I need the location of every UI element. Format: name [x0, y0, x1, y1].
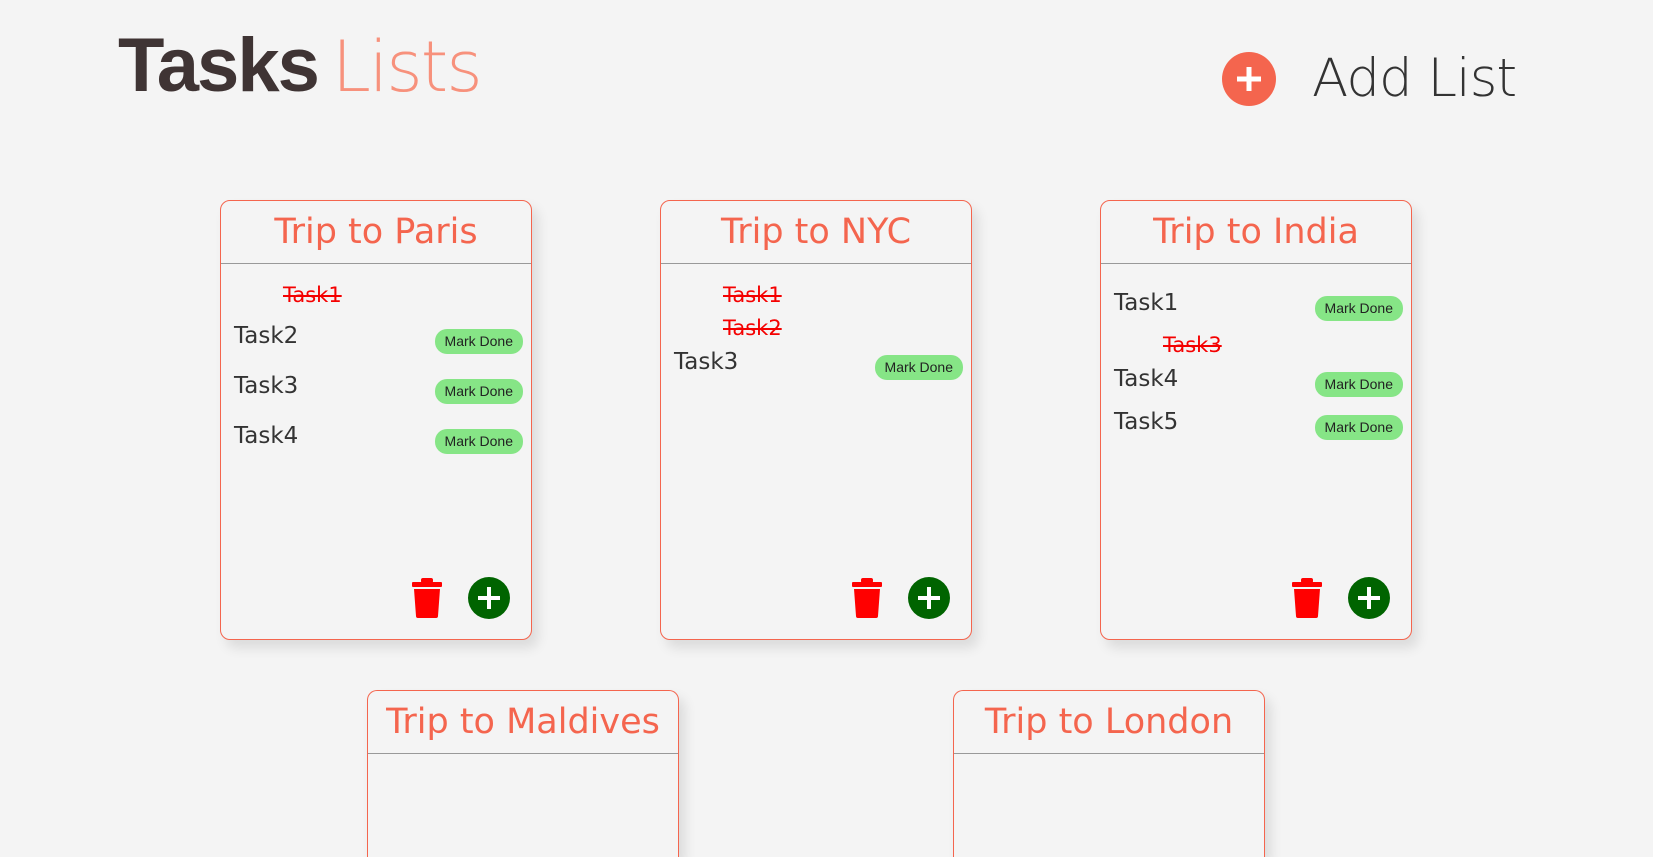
mark-done-button[interactable]: Mark Done [434, 428, 523, 454]
task-item: Task3 Mark Done [661, 344, 971, 380]
mark-done-button[interactable]: Mark Done [874, 354, 963, 380]
trash-icon[interactable] [412, 578, 442, 618]
add-list-label[interactable]: Add List [1312, 48, 1517, 109]
task-item: Task3 [1101, 328, 1411, 361]
list-card-nyc: Trip to NYC Task1 Task2 Task3 Mark Done [660, 200, 972, 640]
plus-icon [1358, 587, 1380, 609]
card-actions [852, 577, 950, 619]
task-name: Task4 [1114, 366, 1179, 392]
list-card-maldives: Trip to Maldives [367, 690, 679, 857]
add-task-button[interactable] [908, 577, 950, 619]
trash-icon[interactable] [852, 578, 882, 618]
list-title: Trip to London [954, 691, 1264, 754]
task-item: Task2 [661, 311, 971, 344]
list-title: Trip to NYC [661, 201, 971, 264]
list-card-london: Trip to London [953, 690, 1265, 857]
task-name: Task2 [234, 323, 299, 349]
task-item: Task3 Mark Done [221, 361, 531, 411]
task-name: Task1 [283, 282, 342, 307]
mark-done-button[interactable]: Mark Done [434, 378, 523, 404]
task-list: Task1 Mark Done Task3 Task4 Mark Done Ta… [1101, 264, 1411, 447]
task-item: Task1 [661, 278, 971, 311]
mark-done-button[interactable]: Mark Done [1314, 414, 1403, 440]
trash-icon[interactable] [1292, 578, 1322, 618]
task-name: Task3 [674, 349, 739, 375]
add-task-button[interactable] [468, 577, 510, 619]
card-actions [1292, 577, 1390, 619]
task-name: Task5 [1114, 409, 1179, 435]
task-item: Task4 Mark Done [221, 411, 531, 461]
card-actions [412, 577, 510, 619]
page-title-bold: Tasks [118, 23, 320, 108]
task-list: Task1 Task2 Mark Done Task3 Mark Done Ta… [221, 264, 531, 461]
list-card-paris: Trip to Paris Task1 Task2 Mark Done Task… [220, 200, 532, 640]
page-title: Tasks Lists [118, 22, 483, 112]
list-title: Trip to India [1101, 201, 1411, 264]
task-name: Task3 [1163, 332, 1222, 357]
task-item: Task4 Mark Done [1101, 361, 1411, 397]
add-list-button[interactable]: Add List [1222, 48, 1517, 109]
task-item: Task1 [221, 278, 531, 311]
task-item: Task2 Mark Done [221, 311, 531, 361]
mark-done-button[interactable]: Mark Done [1314, 371, 1403, 397]
task-item: Task5 Mark Done [1101, 397, 1411, 447]
mark-done-button[interactable]: Mark Done [1314, 295, 1403, 321]
task-list: Task1 Task2 Task3 Mark Done [661, 264, 971, 380]
list-title: Trip to Maldives [368, 691, 678, 754]
list-card-india: Trip to India Task1 Mark Done Task3 Task… [1100, 200, 1412, 640]
plus-icon [478, 587, 500, 609]
plus-icon [918, 587, 940, 609]
add-task-button[interactable] [1348, 577, 1390, 619]
list-title: Trip to Paris [221, 201, 531, 264]
plus-icon[interactable] [1222, 51, 1276, 106]
page-title-light: Lists [331, 26, 483, 108]
mark-done-button[interactable]: Mark Done [434, 328, 523, 354]
task-name: Task1 [723, 282, 782, 307]
task-name: Task3 [234, 373, 299, 399]
task-name: Task2 [723, 315, 782, 340]
task-name: Task1 [1114, 290, 1179, 316]
task-item: Task1 Mark Done [1101, 278, 1411, 328]
task-name: Task4 [234, 423, 299, 449]
